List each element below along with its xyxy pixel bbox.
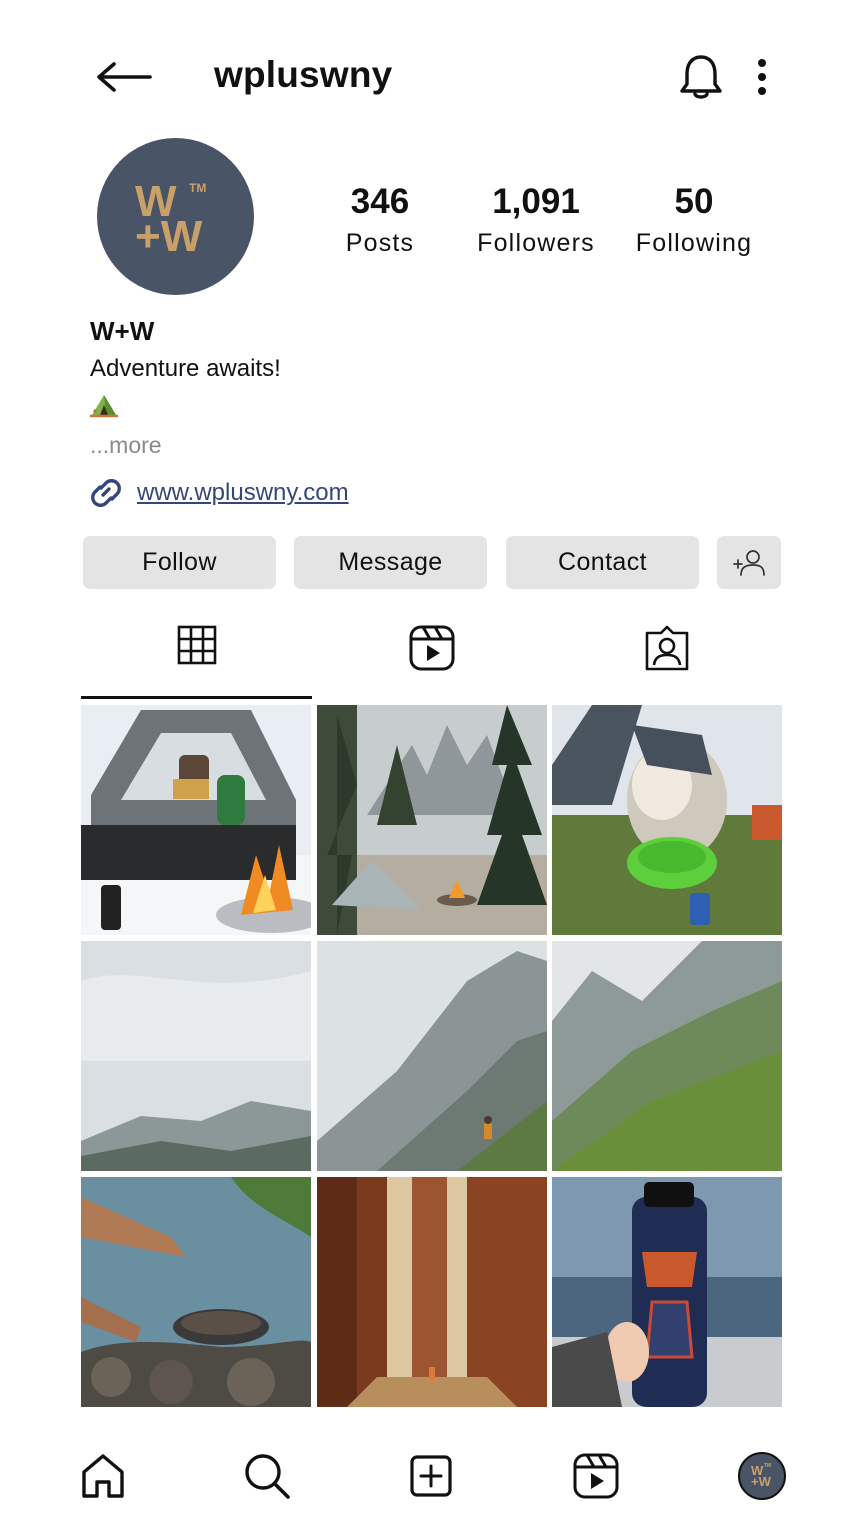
bio-more-link[interactable]: ...more: [90, 432, 162, 459]
notifications-button[interactable]: [678, 52, 724, 102]
posts-count-value: 346: [350, 182, 410, 221]
post-tile-8[interactable]: [317, 1177, 547, 1407]
svg-text:TM: TM: [764, 1463, 771, 1469]
svg-text:+W: +W: [135, 212, 203, 261]
post-tile-1[interactable]: [81, 705, 311, 935]
followers-count-value: 1,091: [492, 182, 580, 221]
search-icon: [245, 1454, 290, 1499]
follow-button[interactable]: Follow: [83, 536, 276, 589]
more-options-button[interactable]: [750, 56, 776, 100]
link-icon: [88, 476, 124, 510]
nav-create[interactable]: [405, 1450, 457, 1502]
svg-text:+W: +W: [751, 1474, 772, 1489]
tab-reels[interactable]: [316, 614, 547, 698]
nav-search[interactable]: [241, 1450, 293, 1502]
post-tile-3[interactable]: [552, 705, 782, 935]
following-count-value: 50: [674, 182, 714, 221]
tagged-person-icon: [644, 625, 690, 698]
post-tile-9[interactable]: [552, 1177, 782, 1407]
message-button[interactable]: Message: [294, 536, 487, 589]
posts-count-label: Posts: [345, 229, 415, 257]
brand-logo: W TM +W: [135, 177, 206, 261]
posts-count[interactable]: 346 Posts: [330, 184, 430, 256]
suggested-accounts-button[interactable]: [717, 536, 781, 589]
posts-grid: [81, 705, 783, 1407]
nav-reels[interactable]: [570, 1450, 622, 1502]
tab-tagged[interactable]: [551, 614, 783, 698]
bell-icon: [680, 55, 722, 99]
tab-posts-grid[interactable]: [81, 614, 312, 698]
arrow-left-icon: [97, 62, 152, 92]
website-link[interactable]: www.wpluswny.com: [137, 479, 349, 507]
home-icon: [82, 1454, 124, 1498]
svg-text:TM: TM: [189, 181, 206, 195]
grid-icon: [177, 625, 217, 698]
nav-profile[interactable]: W TM +W: [736, 1450, 788, 1502]
bio-text: Adventure awaits!: [90, 355, 281, 382]
nav-home[interactable]: [77, 1450, 129, 1502]
following-count[interactable]: 50 Following: [626, 184, 762, 256]
post-tile-7[interactable]: [81, 1177, 311, 1407]
profile-username: wpluswny: [214, 54, 393, 95]
contact-button[interactable]: Contact: [506, 536, 699, 589]
following-count-label: Following: [635, 229, 753, 257]
profile-avatar-icon: W TM +W: [738, 1452, 786, 1500]
followers-count-label: Followers: [477, 229, 595, 257]
vertical-dots-icon: [758, 59, 766, 95]
display-name: W+W: [90, 316, 155, 346]
camping-tent-emoji: [89, 391, 119, 419]
add-user-icon: [733, 549, 765, 576]
post-tile-4[interactable]: [81, 941, 311, 1171]
post-tile-5[interactable]: [317, 941, 547, 1171]
reels-icon: [409, 625, 455, 698]
active-tab-indicator: [81, 696, 312, 699]
back-button[interactable]: [94, 58, 154, 96]
plus-square-icon: [410, 1455, 452, 1497]
post-tile-6[interactable]: [552, 941, 782, 1171]
post-tile-2[interactable]: [317, 705, 547, 935]
profile-avatar[interactable]: W TM +W: [97, 138, 254, 295]
followers-count[interactable]: 1,091 Followers: [466, 184, 606, 256]
reels-icon: [573, 1453, 619, 1499]
